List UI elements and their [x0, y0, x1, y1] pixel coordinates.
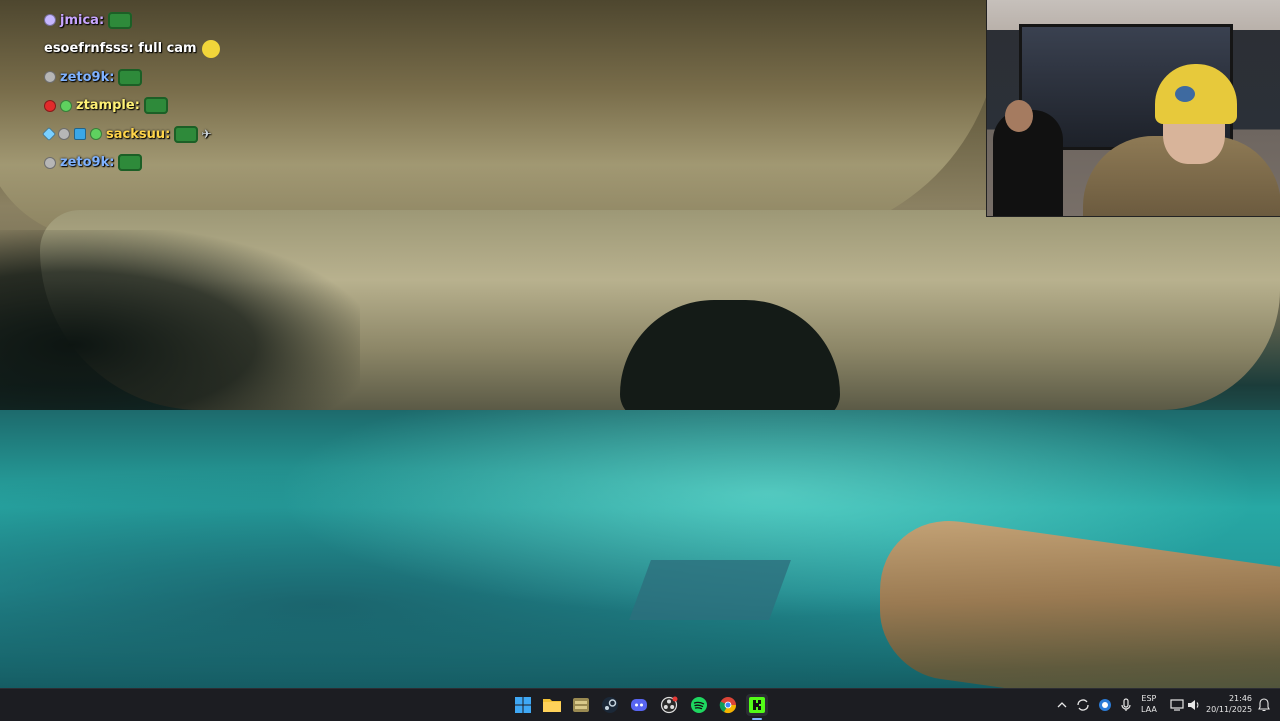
- badge-icon: [74, 128, 86, 141]
- badge-icon: [44, 99, 56, 112]
- chrome-icon[interactable]: [717, 694, 739, 716]
- steam-icon[interactable]: [599, 694, 621, 716]
- system-clock[interactable]: 21:46 20/11/2025: [1206, 693, 1252, 715]
- webcam-person-left-head: [1005, 100, 1033, 132]
- chat-separator: :: [98, 12, 105, 28]
- badge-icon: [44, 14, 56, 27]
- chat-message: jmica :: [44, 6, 284, 35]
- webcam-overlay: [986, 0, 1280, 217]
- chat-separator: :: [134, 98, 140, 114]
- security-icon[interactable]: [1098, 689, 1112, 721]
- obs-icon[interactable]: [658, 694, 680, 716]
- chat-separator: :: [109, 155, 115, 171]
- badge-icon: [44, 71, 56, 84]
- tray-overflow-icon[interactable]: [1057, 689, 1067, 721]
- language-code: ESP: [1141, 694, 1157, 703]
- microphone-icon[interactable]: [1120, 689, 1132, 721]
- chat-separator: :: [109, 69, 115, 85]
- emote-icon: [118, 154, 143, 172]
- kick-icon[interactable]: [746, 694, 768, 716]
- clock-date: 20/11/2025: [1206, 705, 1253, 714]
- chat-username: sacksuu: [106, 126, 166, 142]
- archive-app-icon[interactable]: [570, 694, 592, 716]
- notification-icon[interactable]: [1258, 689, 1270, 721]
- chat-message: zeto9k :: [44, 63, 284, 92]
- badge-icon: [44, 156, 56, 169]
- clock-time: 21:46: [1228, 694, 1252, 703]
- chat-overlay: jmica : esoefrnfsss : full cam zeto9k : …: [41, 6, 284, 178]
- taskbar: ESP LAA 21:46 20/11/2025: [0, 688, 1280, 721]
- webcam-beanie-logo: [1175, 86, 1195, 102]
- sync-icon[interactable]: [1076, 689, 1090, 721]
- badge-icon: [90, 128, 102, 141]
- chat-message: zeto9k :: [44, 149, 284, 178]
- start-icon[interactable]: [512, 694, 534, 716]
- wallpaper-underwater-slab: [629, 560, 791, 620]
- emote-icon: [143, 97, 168, 115]
- language-indicator[interactable]: ESP LAA: [1141, 693, 1157, 715]
- badge-icon: [60, 99, 72, 112]
- chat-text: full cam: [133, 41, 197, 57]
- chat-username: zeto9k: [60, 69, 110, 85]
- chat-username: jmica: [60, 12, 99, 28]
- emote-icon: [201, 39, 220, 58]
- file-explorer-icon[interactable]: [541, 694, 563, 716]
- emote-icon: ✈: [201, 127, 212, 142]
- emote-icon: [118, 68, 143, 86]
- chat-username: esoefrnfsss: [44, 41, 129, 57]
- badge-icon: [41, 127, 57, 142]
- volume-icon[interactable]: [1187, 689, 1201, 721]
- chat-username: ztample: [76, 98, 135, 114]
- emote-icon: [108, 11, 133, 29]
- chat-separator: :: [165, 126, 171, 142]
- emote-icon: [174, 125, 199, 143]
- network-icon[interactable]: [1170, 689, 1184, 721]
- chat-message: esoefrnfsss : full cam: [44, 35, 284, 64]
- badge-icon: [58, 128, 70, 141]
- spotify-icon[interactable]: [688, 694, 710, 716]
- chat-username: zeto9k: [60, 155, 110, 171]
- discord-icon[interactable]: [628, 694, 650, 716]
- keyboard-layout: LAA: [1141, 705, 1157, 714]
- chat-message: sacksuu : ✈: [41, 120, 284, 149]
- chat-message: ztample :: [44, 92, 284, 121]
